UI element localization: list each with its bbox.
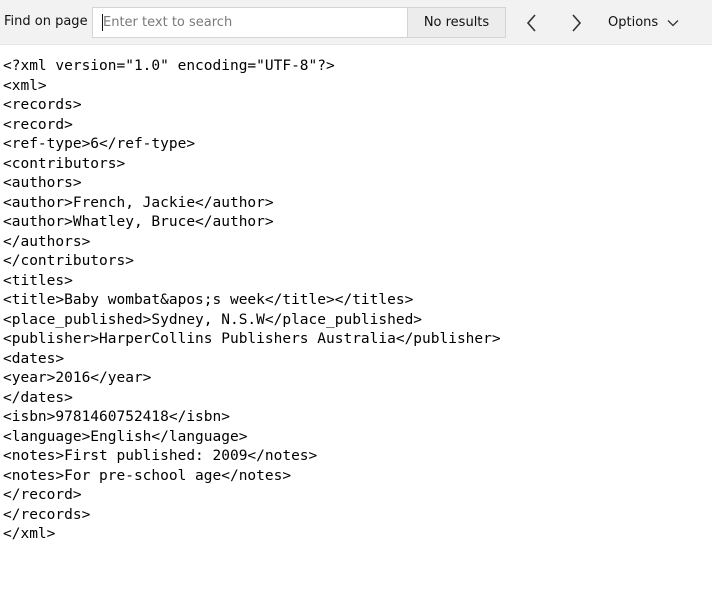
options-button[interactable]: Options bbox=[600, 7, 682, 38]
xml-line: </record> bbox=[3, 487, 82, 503]
chevron-left-icon bbox=[526, 13, 536, 32]
xml-line: <contributors> bbox=[3, 155, 126, 172]
xml-line: <language>English</language> bbox=[3, 428, 248, 445]
xml-line: </xml> bbox=[3, 526, 56, 542]
next-result-button[interactable] bbox=[556, 7, 596, 38]
xml-line: <isbn>9781460752418</isbn> bbox=[3, 409, 230, 425]
xml-line: <dates> bbox=[3, 350, 65, 367]
search-input[interactable] bbox=[92, 7, 407, 38]
xml-line: <author>French, Jackie</author> bbox=[3, 194, 274, 211]
xml-line: <notes>For pre-school age</notes> bbox=[3, 467, 292, 484]
xml-line: </records> bbox=[3, 506, 91, 523]
options-label: Options bbox=[608, 15, 659, 30]
xml-line: <author>Whatley, Bruce</author> bbox=[3, 214, 274, 230]
results-count: No results bbox=[407, 7, 506, 38]
xml-line: <xml> bbox=[3, 77, 47, 94]
xml-line: <year>2016</year> bbox=[3, 370, 152, 386]
chevron-down-icon bbox=[667, 19, 679, 27]
xml-line: <titles> bbox=[3, 272, 73, 289]
find-on-page-bar: Find on page No results Options bbox=[0, 0, 712, 45]
xml-line: <title>Baby wombat&apos;s week</title></… bbox=[3, 292, 414, 308]
text-caret bbox=[102, 14, 103, 31]
xml-line: <records> bbox=[3, 97, 82, 113]
xml-line: <authors> bbox=[3, 175, 82, 191]
xml-line: <record> bbox=[3, 116, 73, 133]
xml-line: </dates> bbox=[3, 389, 73, 406]
find-on-page-label: Find on page bbox=[4, 14, 88, 29]
xml-line: <ref-type>6</ref-type> bbox=[3, 136, 196, 152]
xml-document: <?xml version="1.0" encoding="UTF-8"?> <x… bbox=[3, 57, 501, 545]
xml-line: <place_published>Sydney, N.S.W</place_pu… bbox=[3, 311, 423, 328]
chevron-right-icon bbox=[572, 13, 582, 32]
xml-line: </authors> bbox=[3, 233, 91, 250]
previous-result-button[interactable] bbox=[512, 7, 552, 38]
xml-line: <notes>First published: 2009</notes> bbox=[3, 448, 318, 464]
xml-line: </contributors> bbox=[3, 253, 134, 269]
xml-line: <?xml version="1.0" encoding="UTF-8"?> bbox=[3, 58, 335, 74]
xml-line: <publisher>HarperCollins Publishers Aust… bbox=[3, 331, 501, 347]
